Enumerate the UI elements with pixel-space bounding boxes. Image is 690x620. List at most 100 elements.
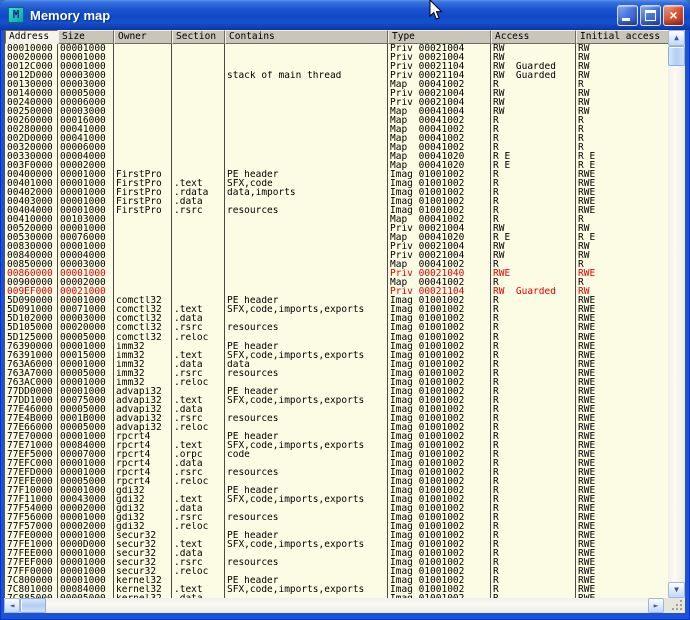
table-row[interactable]: 77FE000000001000secur32PE headerImag 010… (5, 531, 668, 540)
table-row[interactable]: 0033000000004000Map 00041020R ER E (5, 152, 668, 161)
table-row[interactable]: 0040200000001000FirstPro.rdatadata,impor… (5, 188, 668, 197)
table-row[interactable]: 0040400000001000FirstPro.rsrcresourcesIm… (5, 206, 668, 215)
table-row[interactable]: 0028000000041000Map 00041002RR (5, 125, 668, 134)
table-row[interactable]: 7C80000000001000kernel32PE headerImag 01… (5, 576, 668, 585)
table-row[interactable]: 0001000000001000Priv 00021004RWRW (5, 44, 668, 53)
maximize-icon (645, 10, 656, 21)
vertical-scroll-thumb[interactable] (668, 46, 685, 66)
table-row[interactable]: 0040000000001000FirstProPE headerImag 01… (5, 170, 668, 179)
table-row[interactable]: 77F5400000002000gdi32.dataImag 01001002R… (5, 504, 668, 513)
table-row[interactable]: 002D000000041000Map 00041002RR (5, 134, 668, 143)
table-row[interactable]: 0032000000006000Map 00041002RR (5, 143, 668, 152)
vertical-scroll-track[interactable] (668, 66, 685, 582)
close-button[interactable]: × (663, 5, 684, 26)
column-header-contains[interactable]: Contains (225, 30, 388, 44)
table-row[interactable]: 0012C00000001000Priv 00021104RW GuardedR… (5, 62, 668, 71)
table-row[interactable]: 7639000000001000imm32PE headerImag 01001… (5, 342, 668, 351)
table-row[interactable]: 77E4B0000001B000advapi32.rsrcresourcesIm… (5, 414, 668, 423)
table-row[interactable]: 5D09000000001000comctl32PE headerImag 01… (5, 296, 668, 305)
table-row[interactable]: 77F1100000043000gdi32.textSFX,code,impor… (5, 495, 668, 504)
table-row[interactable]: 009EF00000021000Priv 00021104RW GuardedR… (5, 287, 668, 296)
table-row[interactable]: 77F5700000002000gdi32.relocImag 01001002… (5, 522, 668, 531)
scroll-right-button[interactable]: ► (648, 598, 664, 613)
table-row[interactable]: 0086000000001000Priv 00021040RWERWE (5, 269, 668, 278)
table-row[interactable]: 0040300000001000FirstPro.dataImag 010010… (5, 197, 668, 206)
table-row[interactable]: 0053000000076000Map 00041020R ER E (5, 233, 668, 242)
table-row[interactable]: 763A700000005000imm32.rsrcresourcesImag … (5, 369, 668, 378)
cell-initial-access: RWE (576, 495, 668, 504)
table-row[interactable]: 0002000000001000Priv 00021004RWRW (5, 53, 668, 62)
table-row[interactable]: 003F000000002000Map 00041020R ER E (5, 161, 668, 170)
column-header-address[interactable]: Address (5, 30, 58, 44)
table-row[interactable]: 77DD000000001000advapi32PE headerImag 01… (5, 387, 668, 396)
table-row[interactable]: 77E7000000001000rpcrt4PE headerImag 0100… (5, 432, 668, 441)
title-bar[interactable]: M Memory map × (0, 0, 690, 30)
minimize-button[interactable] (617, 5, 638, 26)
scroll-left-button[interactable]: ◄ (4, 598, 20, 613)
column-header-initial-access[interactable]: Initial access (576, 30, 668, 44)
cell-access: R (491, 305, 576, 314)
table-row[interactable]: 77FEE00000001000secur32.dataImag 0100100… (5, 549, 668, 558)
table-row[interactable]: 0026000000016000Map 00041002RR (5, 116, 668, 125)
table-row[interactable]: 0013000000003000Map 00041002RR (5, 80, 668, 89)
table-row[interactable]: 0025000000003000Map 00041004RWRW (5, 107, 668, 116)
table-row[interactable]: 77E4600000005000advapi32.dataImag 010010… (5, 405, 668, 414)
cell-owner (114, 287, 172, 296)
vertical-scrollbar[interactable]: ▲ ▼ (668, 30, 685, 598)
table-row[interactable]: 77EFC00000001000rpcrt4.dataImag 01001002… (5, 459, 668, 468)
cell-type: Imag 01001002 (388, 170, 491, 179)
table-row[interactable]: 77FF000000001000secur32.relocImag 010010… (5, 567, 668, 576)
cell-type: Map 00041002 (388, 215, 491, 224)
scroll-up-button[interactable]: ▲ (668, 30, 685, 46)
horizontal-scroll-thumb[interactable] (20, 598, 46, 613)
horizontal-scrollbar[interactable]: ◄ ► (4, 598, 685, 613)
cell-owner: advapi32 (114, 387, 172, 396)
horizontal-scroll-track[interactable] (46, 598, 648, 613)
table-row[interactable]: 77E6600000005000advapi32.relocImag 01001… (5, 423, 668, 432)
table-row[interactable]: 0040100000001000FirstPro.textSFX,codeIma… (5, 179, 668, 188)
table-row[interactable]: 7639100000015000imm32.textSFX,code,impor… (5, 351, 668, 360)
table-row[interactable]: 77FEF00000001000secur32.rsrcresourcesIma… (5, 558, 668, 567)
cell-type: Map 00041002 (388, 260, 491, 269)
table-row[interactable]: 5D10200000003000comctl32.dataImag 010010… (5, 314, 668, 323)
resize-grip[interactable] (664, 598, 685, 613)
cell-owner: imm32 (114, 351, 172, 360)
cell-section (172, 486, 225, 495)
cell-section (172, 215, 225, 224)
table-row[interactable]: 0014000000005000Priv 00021004RWRW (5, 89, 668, 98)
table-row[interactable]: 77EF500000007000rpcrt4.orpccodeImag 0100… (5, 450, 668, 459)
cell-type: Imag 01001002 (388, 513, 491, 522)
table-row[interactable]: 77EFE00000005000rpcrt4.relocImag 0100100… (5, 477, 668, 486)
table-row[interactable]: 5D09100000071000comctl32.textSFX,code,im… (5, 305, 668, 314)
table-row[interactable]: 0052000000001000Priv 00021004RWRW (5, 224, 668, 233)
column-header-section[interactable]: Section (172, 30, 225, 44)
table-row[interactable]: 77F5600000001000gdi32.rsrcresourcesImag … (5, 513, 668, 522)
column-header-owner[interactable]: Owner (114, 30, 172, 44)
table-row[interactable]: 0085000000003000Map 00041002RR (5, 260, 668, 269)
table-row[interactable]: 0041000000103000Map 00041002RR (5, 215, 668, 224)
app-icon[interactable]: M (8, 7, 24, 23)
maximize-button[interactable] (640, 5, 661, 26)
table-row[interactable]: 0083000000001000Priv 00021004RWRW (5, 242, 668, 251)
table-row[interactable]: 5D12500000005000comctl32.relocImag 01001… (5, 333, 668, 342)
cell-address: 763A7000 (5, 369, 58, 378)
table-row[interactable]: 77F1000000001000gdi32PE headerImag 01001… (5, 486, 668, 495)
table-row[interactable]: 763AC00000001000imm32.relocImag 01001002… (5, 378, 668, 387)
table-row[interactable]: 7C80100000084000kernel32.textSFX,code,im… (5, 585, 668, 594)
column-header-size[interactable]: Size (58, 30, 114, 44)
table-row[interactable]: 77FE10000000D000secur32.textSFX,code,imp… (5, 540, 668, 549)
scroll-down-button[interactable]: ▼ (668, 582, 685, 598)
table-row[interactable]: 0090000000002000Map 00041002RR (5, 278, 668, 287)
table-row[interactable]: 5D10500000020000comctl32.rsrcresourcesIm… (5, 323, 668, 332)
table-row[interactable]: 77EFD00000001000rpcrt4.rsrcresourcesImag… (5, 468, 668, 477)
table-row[interactable]: 763A600000001000imm32.datadataImag 01001… (5, 360, 668, 369)
cell-initial-access: RW (576, 242, 668, 251)
column-header-access[interactable]: Access (491, 30, 576, 44)
column-header-type[interactable]: Type (388, 30, 491, 44)
table-row[interactable]: 77DD100000075000advapi32.textSFX,code,im… (5, 396, 668, 405)
table-row[interactable]: 77E7100000084000rpcrt4.textSFX,code,impo… (5, 441, 668, 450)
table-row[interactable]: 0024000000006000Priv 00021004RWRW (5, 98, 668, 107)
table-row[interactable]: 0012D00000003000stack of main threadPriv… (5, 71, 668, 80)
cell-section (172, 98, 225, 107)
table-row[interactable]: 0084000000004000Priv 00021004RWRW (5, 251, 668, 260)
